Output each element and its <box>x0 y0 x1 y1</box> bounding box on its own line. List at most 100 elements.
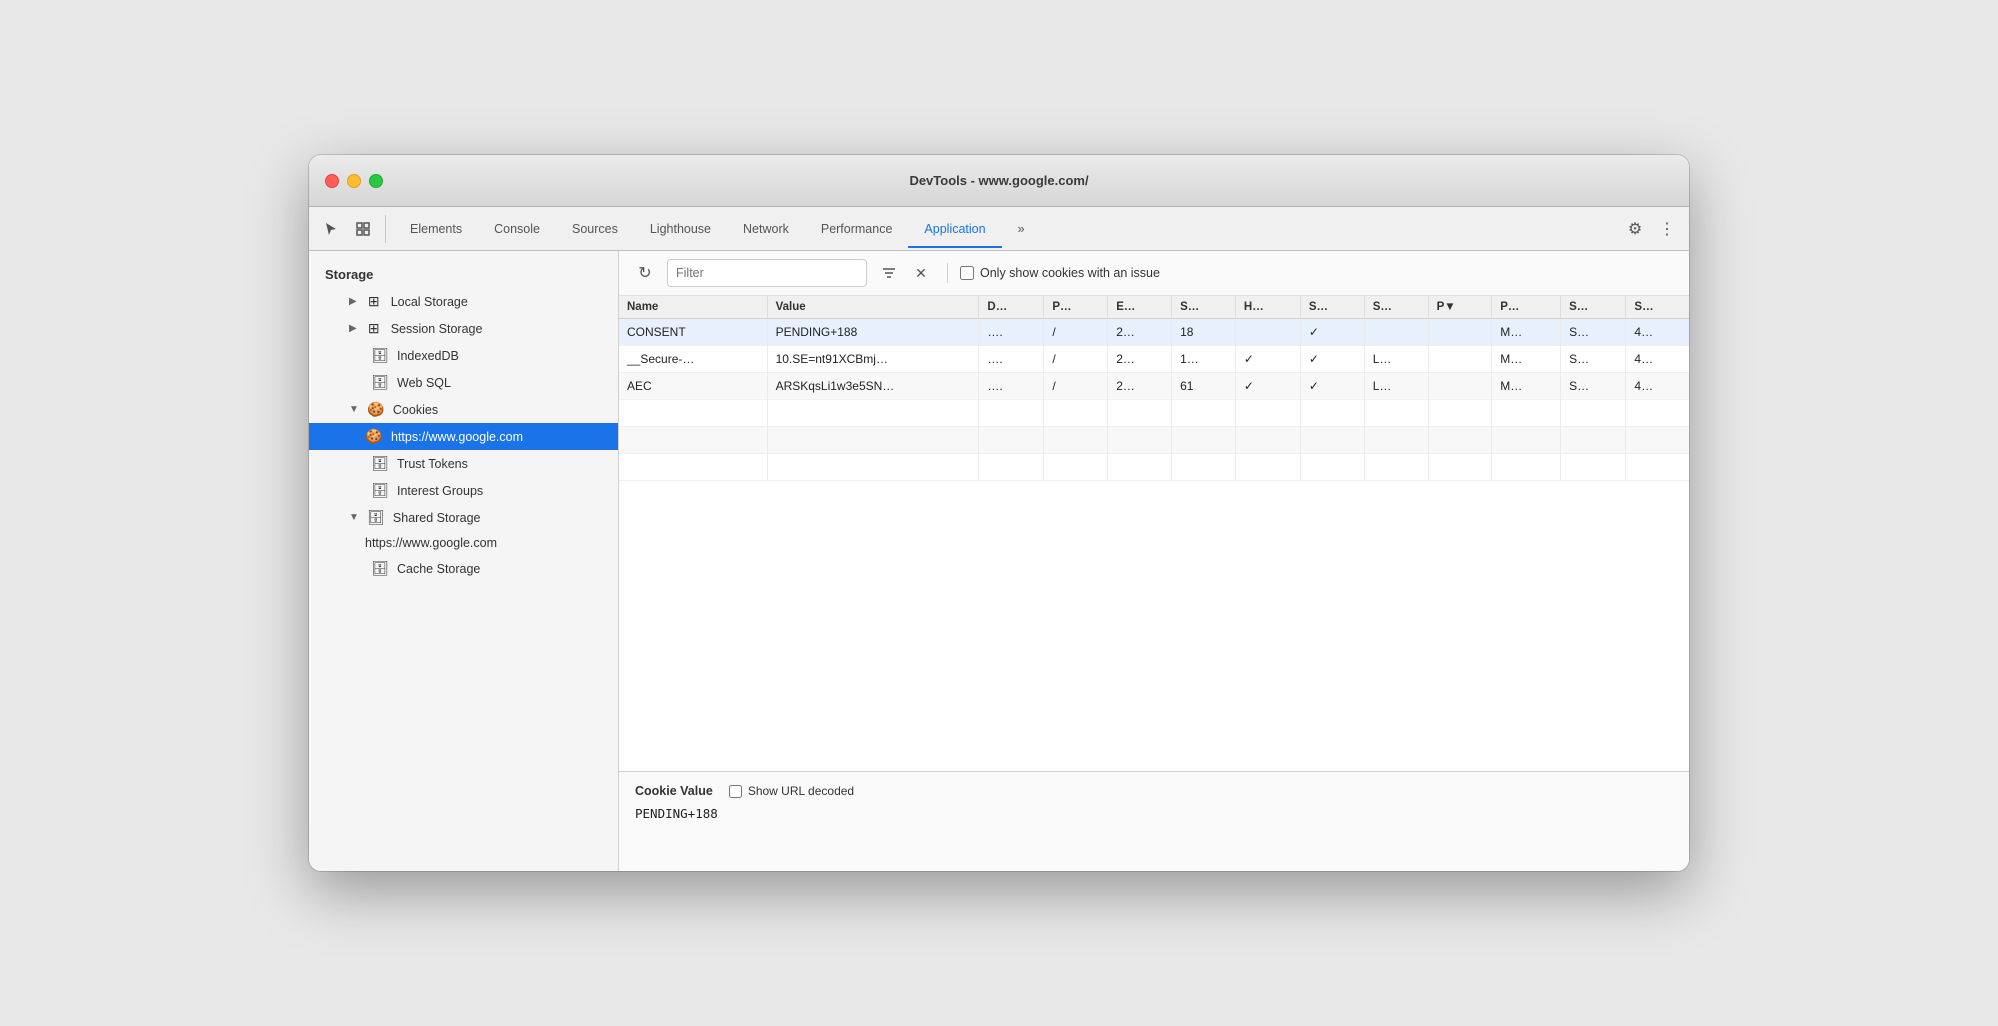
cell-2-10: M… <box>1492 373 1561 400</box>
filter-clear-icon[interactable]: ✕ <box>907 259 935 287</box>
cursor-icon[interactable] <box>317 215 345 243</box>
cookie-option-label[interactable]: Only show cookies with an issue <box>960 266 1160 280</box>
col-s4[interactable]: S… <box>1561 296 1626 319</box>
table-row[interactable]: __Secure-…10.SE=nt91XCBmj……./2…1…✓✓L…M…S… <box>619 346 1689 373</box>
more-options-icon[interactable]: ⋮ <box>1653 215 1681 243</box>
session-storage-arrow: ▶ <box>349 323 357 334</box>
sidebar-item-indexeddb[interactable]: 🗄 IndexedDB <box>309 342 618 369</box>
indexeddb-icon: 🗄 <box>371 347 389 364</box>
sidebar-item-interest-groups[interactable]: 🗄 Interest Groups <box>309 477 618 504</box>
toolbar-actions: ⚙ ⋮ <box>1621 215 1681 243</box>
cache-storage-icon: 🗄 <box>371 560 389 577</box>
cell-2-2: …. <box>979 373 1044 400</box>
minimize-button[interactable] <box>347 174 361 188</box>
maximize-button[interactable] <box>369 174 383 188</box>
sidebar-item-trust-tokens[interactable]: 🗄 Trust Tokens <box>309 450 618 477</box>
local-storage-icon: ⊞ <box>365 293 383 310</box>
sidebar-item-shared-storage[interactable]: ▼ 🗄 Shared Storage <box>309 504 618 531</box>
sidebar-storage-title: Storage <box>309 263 618 288</box>
tab-elements[interactable]: Elements <box>394 216 478 242</box>
filter-sort-icon[interactable] <box>875 259 903 287</box>
cell-2-0: AEC <box>619 373 767 400</box>
col-e[interactable]: E… <box>1108 296 1172 319</box>
sidebar-item-session-storage[interactable]: ▶ ⊞ Session Storage <box>309 315 618 342</box>
devtools-window: DevTools - www.google.com/ Elements Cons… <box>309 155 1689 871</box>
empty-row <box>619 400 1689 427</box>
tab-sources[interactable]: Sources <box>556 216 634 242</box>
window-title: DevTools - www.google.com/ <box>909 173 1088 188</box>
sidebar-item-cookies[interactable]: ▼ 🍪 Cookies <box>309 396 618 423</box>
cell-0-9 <box>1428 319 1492 346</box>
toolbar: Elements Console Sources Lighthouse Netw… <box>309 207 1689 251</box>
sidebar-item-google-cookie[interactable]: 🍪 https://www.google.com <box>309 423 618 450</box>
col-value[interactable]: Value <box>767 296 979 319</box>
cell-1-4: 2… <box>1108 346 1172 373</box>
cell-1-11: S… <box>1561 346 1626 373</box>
cell-1-0: __Secure-… <box>619 346 767 373</box>
filter-input[interactable] <box>667 259 867 287</box>
col-p[interactable]: P… <box>1044 296 1108 319</box>
table-row[interactable]: CONSENTPENDING+188…./2…18✓M…S…4… <box>619 319 1689 346</box>
only-issues-text: Only show cookies with an issue <box>980 266 1160 280</box>
web-sql-icon: 🗄 <box>371 374 389 391</box>
more-tabs-button[interactable]: » <box>1002 216 1041 242</box>
cell-1-3: / <box>1044 346 1108 373</box>
col-s5[interactable]: S… <box>1626 296 1689 319</box>
interest-groups-label: Interest Groups <box>397 484 483 498</box>
cell-2-3: / <box>1044 373 1108 400</box>
col-s3[interactable]: S… <box>1364 296 1428 319</box>
cookies-label: Cookies <box>393 403 438 417</box>
cell-2-5: 61 <box>1172 373 1236 400</box>
show-decoded-label[interactable]: Show URL decoded <box>729 784 854 798</box>
inspect-icon[interactable] <box>349 215 377 243</box>
bottom-panel: Cookie Value Show URL decoded PENDING+18… <box>619 771 1689 871</box>
cell-2-6: ✓ <box>1235 373 1300 400</box>
cell-2-1: ARSKqsLi1w3e5SN… <box>767 373 979 400</box>
cell-0-10: M… <box>1492 319 1561 346</box>
shared-storage-icon: 🗄 <box>367 509 385 526</box>
sidebar-item-local-storage[interactable]: ▶ ⊞ Local Storage <box>309 288 618 315</box>
cookie-value-title: Cookie Value <box>635 784 713 798</box>
tab-network[interactable]: Network <box>727 216 805 242</box>
col-d[interactable]: D… <box>979 296 1044 319</box>
cell-0-6 <box>1235 319 1300 346</box>
col-h[interactable]: H… <box>1235 296 1300 319</box>
main-panel: ↻ ✕ Only show cookies with an i <box>619 251 1689 871</box>
cell-1-12: 4… <box>1626 346 1689 373</box>
sidebar-item-cache-storage[interactable]: 🗄 Cache Storage <box>309 555 618 582</box>
empty-row <box>619 454 1689 481</box>
cell-0-1: PENDING+188 <box>767 319 979 346</box>
sidebar: Storage ▶ ⊞ Local Storage ▶ ⊞ Session St… <box>309 251 619 871</box>
tab-application[interactable]: Application <box>908 216 1001 242</box>
sidebar-item-shared-google[interactable]: https://www.google.com <box>309 531 618 555</box>
cell-2-7: ✓ <box>1300 373 1364 400</box>
trust-tokens-label: Trust Tokens <box>397 457 468 471</box>
tab-lighthouse[interactable]: Lighthouse <box>634 216 727 242</box>
shared-storage-arrow: ▼ <box>349 512 359 523</box>
show-decoded-text: Show URL decoded <box>748 784 854 798</box>
cell-1-8: L… <box>1364 346 1428 373</box>
tab-console[interactable]: Console <box>478 216 556 242</box>
google-cookie-label: https://www.google.com <box>391 430 523 444</box>
cell-1-1: 10.SE=nt91XCBmj… <box>767 346 979 373</box>
titlebar: DevTools - www.google.com/ <box>309 155 1689 207</box>
tab-performance[interactable]: Performance <box>805 216 909 242</box>
refresh-button[interactable]: ↻ <box>631 259 659 287</box>
trust-tokens-icon: 🗄 <box>371 455 389 472</box>
only-issues-checkbox[interactable] <box>960 266 974 280</box>
session-storage-label: Session Storage <box>391 322 483 336</box>
col-s1[interactable]: S… <box>1172 296 1236 319</box>
sidebar-item-web-sql[interactable]: 🗄 Web SQL <box>309 369 618 396</box>
col-p2[interactable]: P… <box>1492 296 1561 319</box>
show-decoded-checkbox[interactable] <box>729 785 742 798</box>
col-s2[interactable]: S… <box>1300 296 1364 319</box>
col-name[interactable]: Name <box>619 296 767 319</box>
traffic-lights <box>325 174 383 188</box>
settings-icon[interactable]: ⚙ <box>1621 215 1649 243</box>
shared-storage-label: Shared Storage <box>393 511 481 525</box>
col-pv[interactable]: P▼ <box>1428 296 1492 319</box>
table-row[interactable]: AECARSKqsLi1w3e5SN……./2…61✓✓L…M…S…4… <box>619 373 1689 400</box>
close-button[interactable] <box>325 174 339 188</box>
cell-1-7: ✓ <box>1300 346 1364 373</box>
cookie-value-display: PENDING+188 <box>635 806 1673 821</box>
